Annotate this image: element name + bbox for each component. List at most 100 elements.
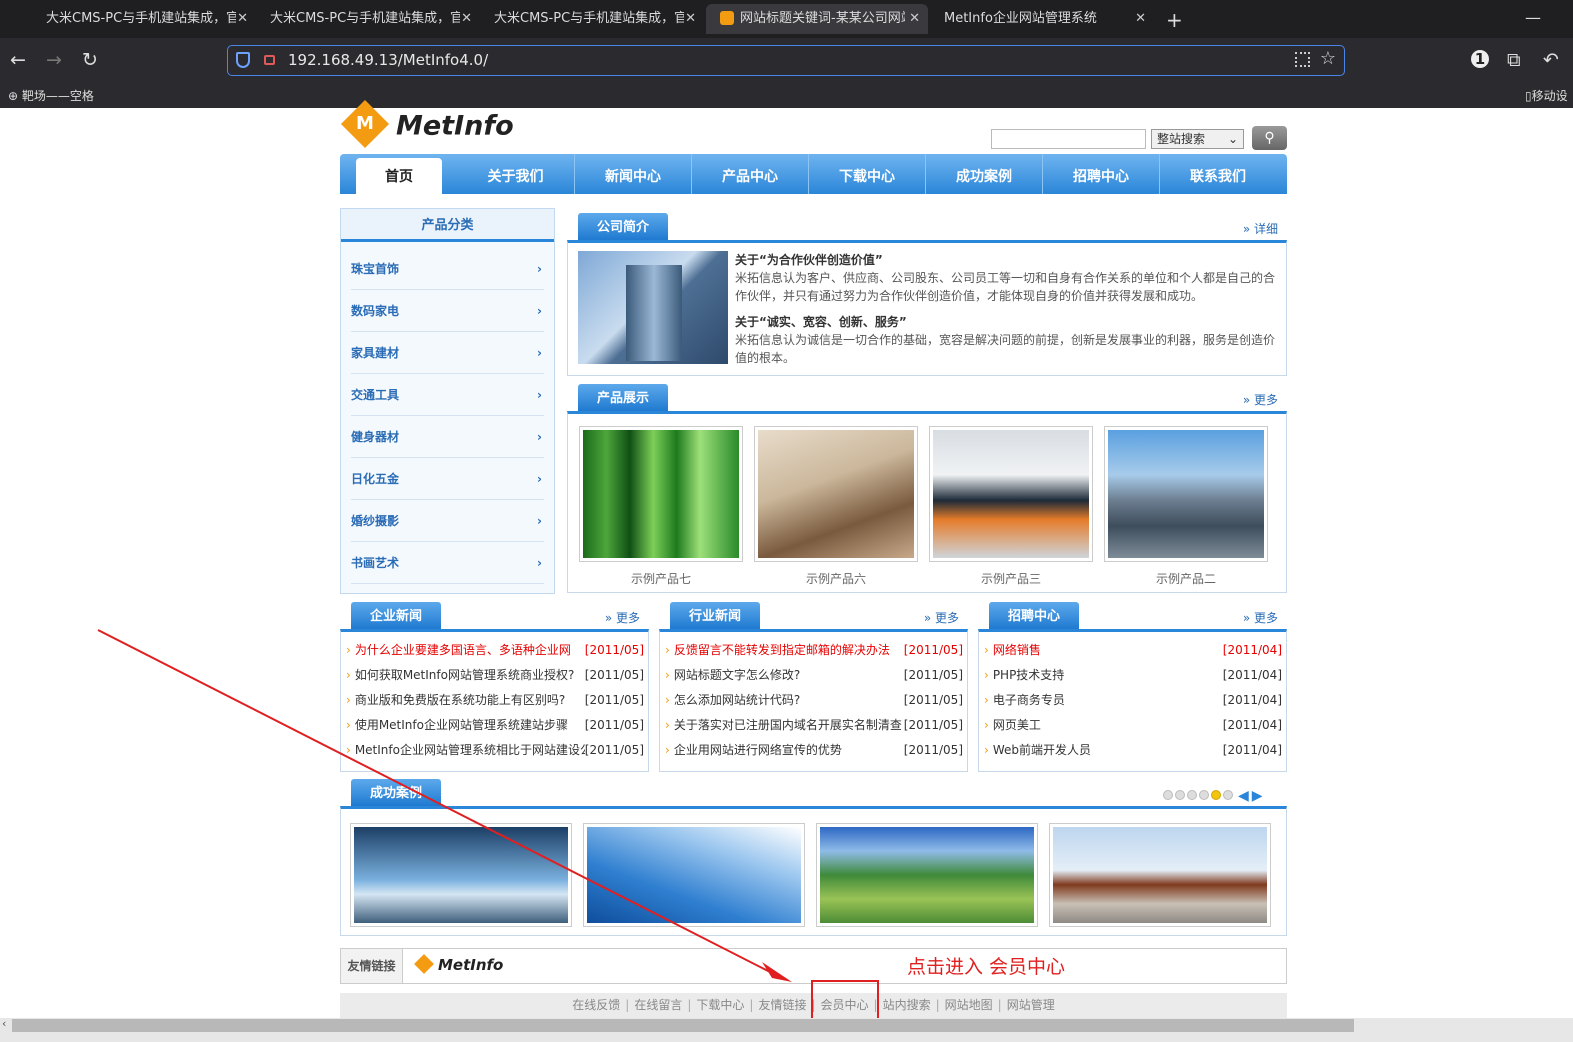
category-item[interactable]: 婚纱摄影 › (351, 500, 544, 542)
news-item[interactable]: › 使用MetInfo企业网站管理系统建站步骤 [2011/05] (346, 713, 644, 738)
carousel-dot-active[interactable] (1211, 790, 1221, 800)
product-caption[interactable]: 示例产品七 (579, 570, 743, 587)
product-image[interactable] (1108, 430, 1264, 558)
browser-tab[interactable]: 大米CMS-PC与手机建站集成，官网 ✕ (480, 4, 704, 34)
carousel-dot[interactable] (1175, 790, 1185, 800)
intro-more-link[interactable]: » 详细 (1243, 220, 1278, 237)
menu-item-cases[interactable]: 成功案例 (925, 154, 1042, 194)
search-button[interactable]: ⚲ (1252, 126, 1287, 150)
bookmark-item[interactable]: ⊕ 靶场——空格 (8, 87, 94, 104)
category-item[interactable]: 珠宝首饰 › (351, 248, 544, 290)
scrollbar-thumb[interactable] (12, 1019, 1354, 1032)
footer-link-sitemap[interactable]: 网站地图 (945, 998, 993, 1012)
product-image[interactable] (758, 430, 914, 558)
case-card[interactable] (1049, 823, 1271, 927)
browser-tab[interactable]: 大米CMS-PC与手机建站集成，官网 ✕ (32, 4, 256, 34)
product-image[interactable] (933, 430, 1089, 558)
undo-icon[interactable]: ↶ (1543, 48, 1559, 72)
horizontal-scrollbar[interactable]: ‹ (0, 1017, 1573, 1042)
menu-item-about[interactable]: 关于我们 (457, 154, 574, 194)
menu-item-news[interactable]: 新闻中心 (574, 154, 691, 194)
news-item[interactable]: › MetInfo企业网站管理系统相比于网站建设公 [2011/05] (346, 738, 644, 763)
news-item[interactable]: › 反馈留言不能转发到指定邮箱的解决办法 [2011/05] (665, 638, 963, 663)
news-item[interactable]: › 网站标题文字怎么修改? [2011/05] (665, 663, 963, 688)
search-scope-select[interactable]: 整站搜索 ⌄ (1151, 129, 1244, 149)
close-tab-icon[interactable]: ✕ (1135, 4, 1146, 34)
news-item[interactable]: › 为什么企业要建多国语言、多语种企业网 [2011/05] (346, 638, 644, 663)
shield-icon[interactable] (236, 52, 250, 68)
news-item[interactable]: › 关于落实对已注册国内域名开展实名制清查 [2011/05] (665, 713, 963, 738)
product-card[interactable] (754, 426, 918, 562)
case-card[interactable] (350, 823, 572, 927)
industry-news-more-link[interactable]: » 更多 (924, 609, 959, 626)
carousel-prev-icon[interactable]: ◀ (1238, 788, 1249, 804)
category-item[interactable]: 交通工具 › (351, 374, 544, 416)
close-tab-icon[interactable]: ✕ (909, 4, 920, 34)
friend-link-metinfo[interactable]: MetInfo (414, 953, 503, 974)
browser-tab[interactable]: 大米CMS-PC与手机建站集成，官网 ✕ (256, 4, 480, 34)
job-item[interactable]: › 电子商务专员 [2011/04] (984, 688, 1282, 713)
case-image[interactable] (1053, 827, 1267, 923)
carousel-dot[interactable] (1163, 790, 1173, 800)
reload-icon[interactable]: ↻ (82, 48, 98, 72)
back-arrow-icon[interactable]: ← (10, 48, 26, 72)
case-image[interactable] (587, 827, 801, 923)
lock-icon[interactable] (264, 55, 275, 65)
job-item[interactable]: › 网络销售 [2011/04] (984, 638, 1282, 663)
product-caption[interactable]: 示例产品三 (929, 570, 1093, 587)
browser-tab-active[interactable]: 网站标题关键词-某某公司网站 ✕ (706, 4, 928, 34)
forward-arrow-icon[interactable]: → (46, 48, 62, 72)
product-card[interactable] (579, 426, 743, 562)
carousel-dot[interactable] (1223, 790, 1233, 800)
jobs-tab[interactable]: 招聘中心 (989, 602, 1079, 629)
close-tab-icon[interactable]: ✕ (461, 4, 472, 34)
footer-link-admin[interactable]: 网站管理 (1007, 998, 1055, 1012)
address-bar[interactable]: 192.168.49.13/MetInfo4.0/ ☆ (227, 45, 1345, 76)
new-tab-icon[interactable]: + (1166, 8, 1183, 32)
product-card[interactable] (929, 426, 1093, 562)
footer-link-download[interactable]: 下载中心 (696, 998, 744, 1012)
carousel-dot[interactable] (1187, 790, 1197, 800)
case-card[interactable] (816, 823, 1038, 927)
menu-item-contact[interactable]: 联系我们 (1159, 154, 1276, 194)
job-item[interactable]: › PHP技术支持 [2011/04] (984, 663, 1282, 688)
browser-tab[interactable]: MetInfo企业网站管理系统 ✕ (930, 4, 1154, 34)
minimize-icon[interactable]: — (1525, 8, 1541, 27)
product-caption[interactable]: 示例产品六 (754, 570, 918, 587)
url-text[interactable]: 192.168.49.13/MetInfo4.0/ (288, 51, 488, 69)
qr-code-icon[interactable] (1295, 52, 1310, 67)
company-news-tab[interactable]: 企业新闻 (351, 602, 441, 629)
carousel-dot[interactable] (1199, 790, 1209, 800)
extension-badge-icon[interactable]: 1 (1471, 50, 1489, 68)
news-item[interactable]: › 商业版和免费版在系统功能上有区别吗? [2011/05] (346, 688, 644, 713)
jobs-more-link[interactable]: » 更多 (1243, 609, 1278, 626)
case-image[interactable] (354, 827, 568, 923)
carousel-next-icon[interactable]: ▶ (1252, 788, 1263, 804)
category-item[interactable]: 日化五金 › (351, 458, 544, 500)
cases-tab[interactable]: 成功案例 (351, 779, 441, 806)
menu-item-jobs[interactable]: 招聘中心 (1042, 154, 1159, 194)
site-search-input[interactable] (991, 129, 1146, 149)
footer-link-search[interactable]: 站内搜索 (883, 998, 931, 1012)
scroll-left-icon[interactable]: ‹ (2, 1017, 6, 1030)
news-item[interactable]: › 怎么添加网站统计代码? [2011/05] (665, 688, 963, 713)
product-caption[interactable]: 示例产品二 (1104, 570, 1268, 587)
footer-link-friendlinks[interactable]: 友情链接 (758, 998, 806, 1012)
category-item[interactable]: 家具建材 › (351, 332, 544, 374)
bookmark-star-icon[interactable]: ☆ (1320, 48, 1336, 69)
category-item[interactable]: 数码家电 › (351, 290, 544, 332)
news-item[interactable]: › 如何获取MetInfo网站管理系统商业授权? [2011/05] (346, 663, 644, 688)
company-news-more-link[interactable]: » 更多 (605, 609, 640, 626)
crop-icon[interactable]: ⧉ (1507, 48, 1521, 72)
intro-tab[interactable]: 公司简介 (578, 213, 668, 240)
case-image[interactable] (820, 827, 1034, 923)
category-item[interactable]: 健身器材 › (351, 416, 544, 458)
product-card[interactable] (1104, 426, 1268, 562)
products-more-link[interactable]: » 更多 (1243, 391, 1278, 408)
site-logo[interactable]: M MetInfo (340, 99, 514, 149)
case-card[interactable] (583, 823, 805, 927)
mobile-bookmarks[interactable]: ▯移动设 (1525, 87, 1568, 104)
close-tab-icon[interactable]: ✕ (237, 4, 248, 34)
news-item[interactable]: › 企业用网站进行网络宣传的优势 [2011/05] (665, 738, 963, 763)
job-item[interactable]: › Web前端开发人员 [2011/04] (984, 738, 1282, 763)
